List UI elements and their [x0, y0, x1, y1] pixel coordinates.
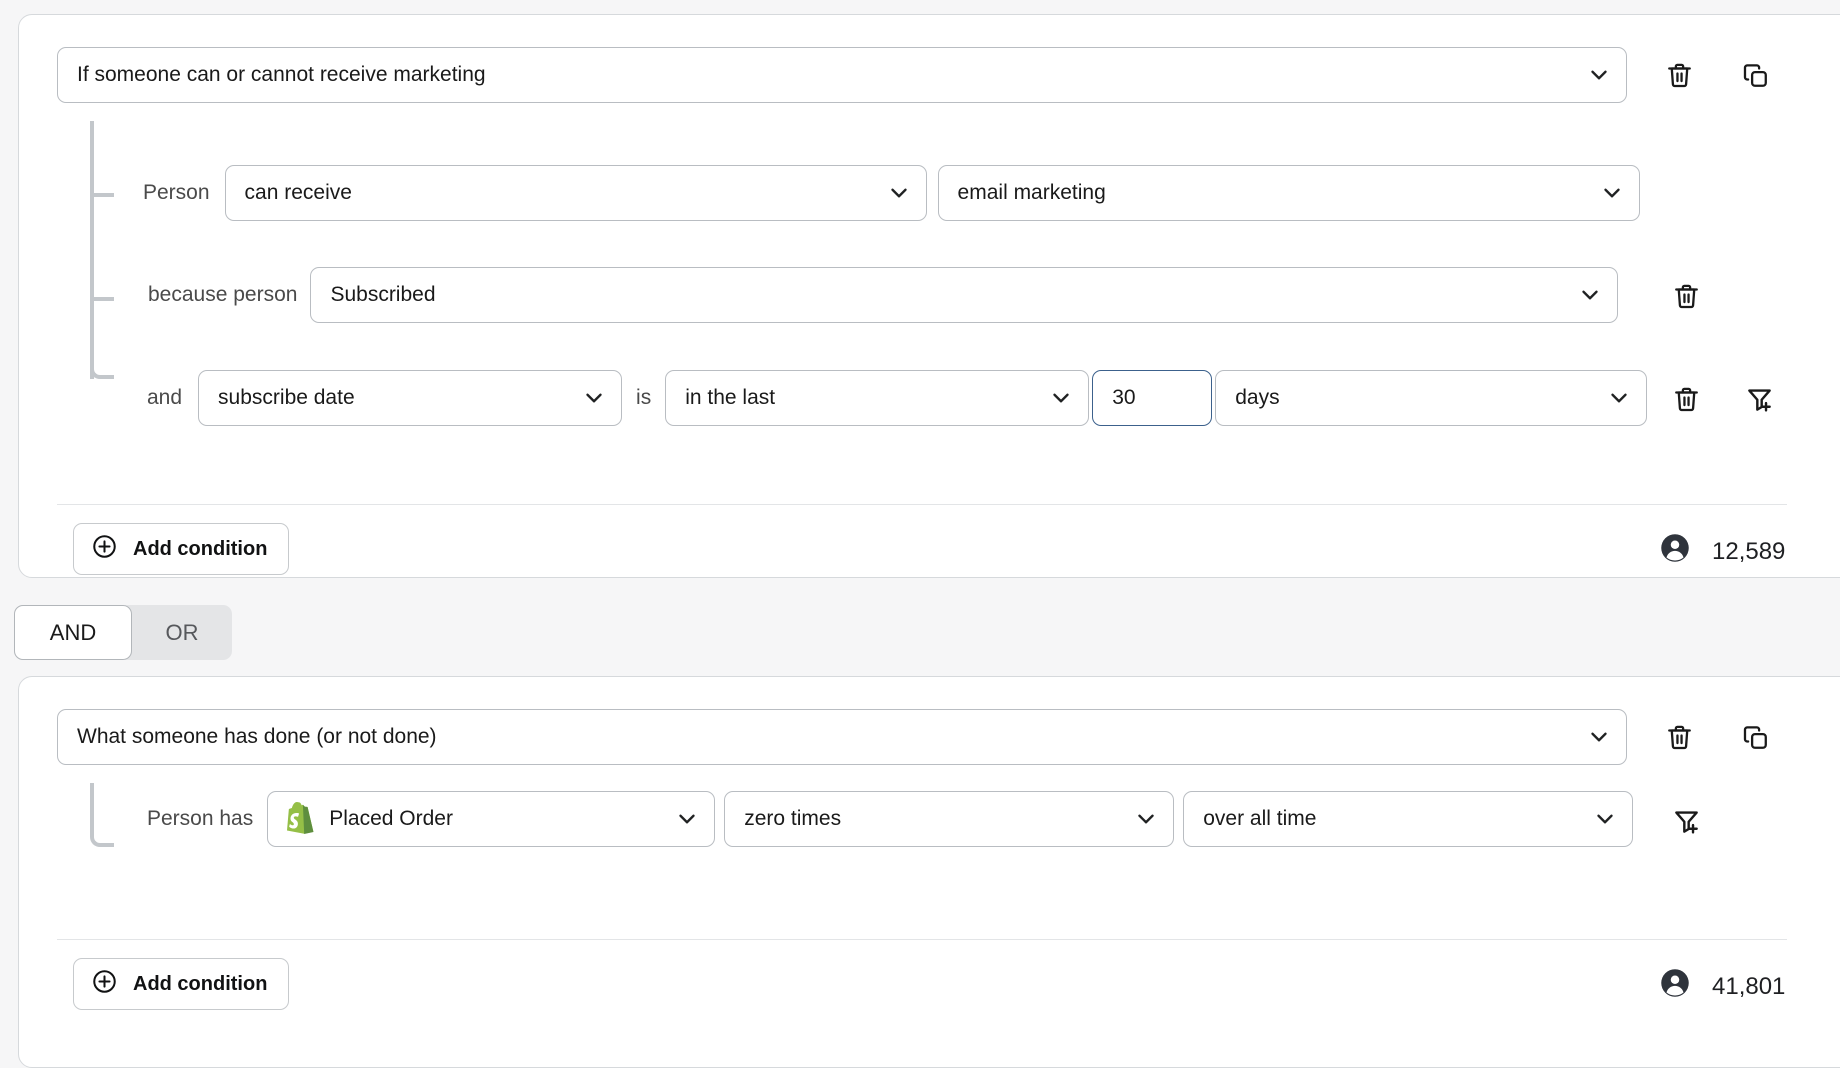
metric-select[interactable]: Placed Order: [267, 791, 715, 847]
group-divider: [57, 504, 1787, 505]
plus-circle-icon: [91, 968, 118, 1001]
condition-prefix-label: and: [147, 386, 182, 410]
tree-connector-2: [90, 783, 118, 853]
group-divider: [57, 939, 1787, 940]
group-header-actions-2: [1663, 721, 1771, 753]
trash-icon[interactable]: [1663, 59, 1695, 91]
chevron-down-icon: [1568, 62, 1612, 88]
member-count-value: 12,589: [1712, 538, 1785, 566]
duplicate-icon[interactable]: [1739, 721, 1771, 753]
segment-builder: If someone can or cannot receive marketi…: [0, 0, 1840, 1060]
chevron-down-icon: [1115, 806, 1159, 832]
chevron-down-icon: [1581, 180, 1625, 206]
duration-unit-value: days: [1235, 386, 1279, 410]
group-member-count-2: 41,801: [1660, 968, 1785, 1005]
group-type-value-1: If someone can or cannot receive marketi…: [77, 63, 486, 87]
date-property-select[interactable]: subscribe date: [198, 370, 622, 426]
condition-group-2: What someone has done (or not done): [18, 676, 1840, 1068]
consent-reason-select[interactable]: Subscribed: [310, 267, 1618, 323]
duration-value: 30: [1112, 386, 1135, 410]
filter-plus-icon[interactable]: [1670, 805, 1702, 837]
chevron-down-icon: [563, 385, 607, 411]
duplicate-icon[interactable]: [1739, 59, 1771, 91]
date-operator-value: in the last: [685, 386, 775, 410]
member-count-value: 41,801: [1712, 973, 1785, 1001]
trash-icon[interactable]: [1670, 280, 1702, 312]
chevron-down-icon: [1030, 385, 1074, 411]
group-header-actions-1: [1663, 59, 1771, 91]
frequency-value: zero times: [744, 807, 841, 831]
group-type-select-2[interactable]: What someone has done (or not done): [57, 709, 1627, 765]
shopify-icon: [285, 802, 315, 836]
chevron-down-icon: [868, 180, 912, 206]
group-type-select-1[interactable]: If someone can or cannot receive marketi…: [57, 47, 1627, 103]
frequency-select[interactable]: zero times: [724, 791, 1174, 847]
condition-row-2-1: Person has Placed Order z: [147, 791, 1633, 847]
plus-circle-icon: [91, 533, 118, 566]
group-header-row-1: If someone can or cannot receive marketi…: [57, 47, 1627, 103]
consent-reason-value: Subscribed: [330, 283, 435, 307]
condition-group-1: If someone can or cannot receive marketi…: [18, 14, 1840, 578]
duration-value-input[interactable]: 30: [1092, 370, 1212, 426]
condition-row-1-1: Person can receive email marketing: [143, 165, 1640, 221]
person-avatar-icon: [1660, 533, 1690, 570]
add-condition-label: Add condition: [133, 973, 267, 996]
tree-connector-1: [90, 121, 118, 401]
duration-unit-select[interactable]: days: [1215, 370, 1647, 426]
timeframe-value: over all time: [1203, 807, 1316, 831]
condition-prefix-label: Person has: [147, 807, 253, 831]
metric-value: Placed Order: [329, 807, 453, 831]
condition-row-1-2: because person Subscribed: [148, 267, 1618, 323]
condition-row-1-3: and subscribe date is in the last 30: [147, 370, 1647, 426]
person-consent-select[interactable]: can receive: [225, 165, 927, 221]
logic-operator-toggle: AND OR: [14, 605, 232, 660]
logic-operator-or[interactable]: OR: [132, 605, 232, 660]
filter-plus-icon[interactable]: [1743, 383, 1775, 415]
timeframe-select[interactable]: over all time: [1183, 791, 1633, 847]
date-property-value: subscribe date: [218, 386, 355, 410]
chevron-down-icon: [1588, 385, 1632, 411]
add-condition-button-1[interactable]: Add condition: [73, 523, 289, 575]
trash-icon[interactable]: [1670, 383, 1702, 415]
group-type-value-2: What someone has done (or not done): [77, 725, 437, 749]
trash-icon[interactable]: [1663, 721, 1695, 753]
comparator-label: is: [636, 386, 651, 410]
condition-prefix-label: because person: [148, 283, 297, 307]
group-member-count-1: 12,589: [1660, 533, 1785, 570]
marketing-channel-select[interactable]: email marketing: [938, 165, 1640, 221]
chevron-down-icon: [1568, 724, 1612, 750]
add-condition-label: Add condition: [133, 538, 267, 561]
add-condition-button-2[interactable]: Add condition: [73, 958, 289, 1010]
chevron-down-icon: [1559, 282, 1603, 308]
chevron-down-icon: [656, 806, 700, 832]
marketing-channel-value: email marketing: [958, 181, 1106, 205]
chevron-down-icon: [1574, 806, 1618, 832]
logic-operator-and[interactable]: AND: [14, 605, 132, 660]
date-operator-select[interactable]: in the last: [665, 370, 1089, 426]
person-avatar-icon: [1660, 968, 1690, 1005]
group-header-row-2: What someone has done (or not done): [57, 709, 1627, 765]
person-consent-value: can receive: [245, 181, 352, 205]
condition-prefix-label: Person: [143, 181, 210, 205]
